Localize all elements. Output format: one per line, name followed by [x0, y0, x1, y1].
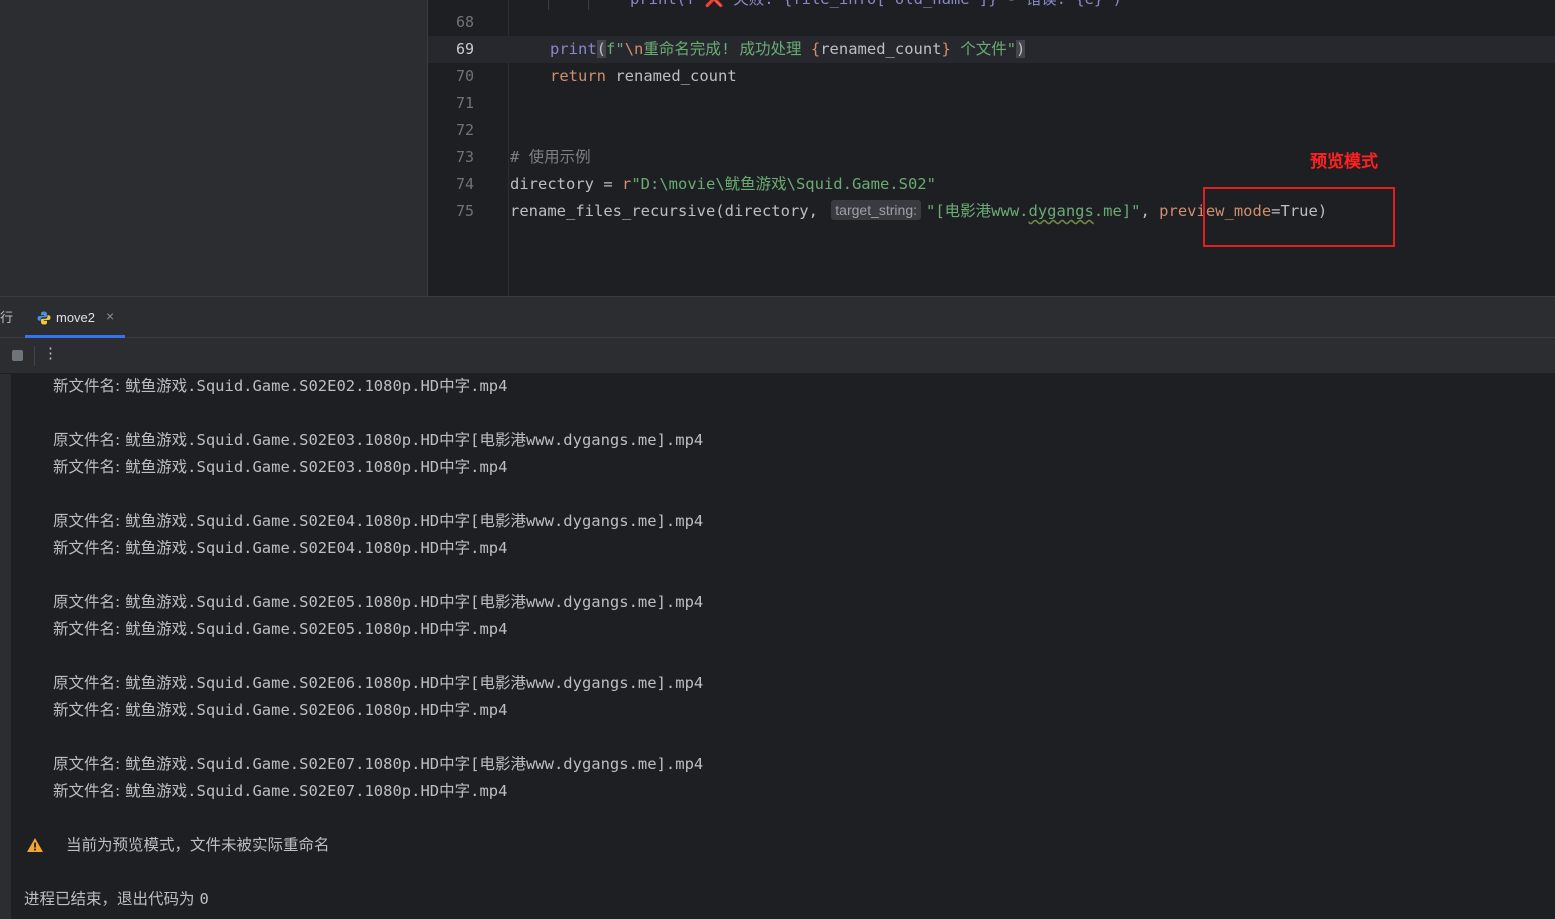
console-line: 原文件名: 鱿鱼游戏.Squid.Game.S02E04.1080p.HD中字[… [53, 512, 704, 530]
console-line: 新文件名: 鱿鱼游戏.Squid.Game.S02E07.1080p.HD中字.… [53, 782, 508, 800]
console-gutter [0, 374, 11, 919]
code-token: , [1140, 202, 1160, 220]
run-toolwindow-header: 行 move2 × [0, 296, 1555, 338]
code-token: return [550, 67, 606, 85]
line-number: 68 [455, 13, 474, 31]
line-number: 75 [455, 202, 474, 220]
line-number: 72 [455, 121, 474, 139]
warning-message: 当前为预览模式，文件未被实际重命名 [66, 836, 330, 854]
annotation-box [1203, 187, 1395, 247]
python-icon [37, 311, 51, 325]
typo-squiggle[interactable]: dygangs [1029, 202, 1094, 220]
code-token: renamed_count [606, 67, 737, 85]
tab-move2[interactable]: move2 × [25, 297, 125, 338]
line-number: 73 [455, 148, 474, 166]
code-token: 个文件" [950, 40, 1017, 58]
parameter-hint: target_string: [831, 200, 921, 220]
more-options-icon[interactable]: ⋮ [43, 344, 58, 362]
code-line-70[interactable]: return renamed_count [550, 63, 737, 90]
code-token: ) [1016, 40, 1026, 58]
exit-message: 进程已结束，退出代码为 0 [24, 890, 209, 908]
code-token: r [621, 175, 632, 193]
code-token: \n [624, 40, 644, 58]
ide-window: print(f"❌ 失败: {file_info['old_name']} - … [0, 0, 1555, 919]
code-editor[interactable]: print(f"❌ 失败: {file_info['old_name']} - … [0, 0, 1555, 296]
code-token: print(f"❌ 失败: {file_info['old_name']} - … [630, 0, 1122, 8]
stop-icon[interactable] [12, 350, 23, 361]
tab-label: move2 [56, 310, 96, 325]
code-token: renamed_count [820, 40, 942, 58]
console-line: 原文件名: 鱿鱼游戏.Squid.Game.S02E07.1080p.HD中字[… [53, 755, 704, 773]
warning-icon [27, 838, 43, 852]
code-token: directory = [510, 175, 622, 193]
code-token: f" [606, 40, 625, 58]
code-token: 重命名完成! 成功处理 [643, 40, 811, 58]
code-token: rename_files_recursive(directory, [510, 202, 828, 220]
run-toolbar: ⋮ [0, 338, 1555, 374]
code-token: "[电影港www. [926, 202, 1029, 220]
code-token: .me]" [1093, 202, 1141, 220]
line-number: 74 [455, 175, 474, 193]
line-number: 70 [455, 67, 474, 85]
annotation-label: 预览模式 [1310, 152, 1378, 171]
console-line: 原文件名: 鱿鱼游戏.Squid.Game.S02E05.1080p.HD中字[… [53, 593, 704, 611]
code-line-74[interactable]: directory = r"D:\movie\鱿鱼游戏\Squid.Game.S… [510, 171, 936, 198]
console-line: 原文件名: 鱿鱼游戏.Squid.Game.S02E03.1080p.HD中字[… [53, 431, 704, 449]
line-number: 69 [455, 40, 474, 58]
code-token: print [550, 40, 597, 58]
project-panel [0, 0, 428, 296]
code-line-67[interactable]: print(f"❌ 失败: {file_info['old_name']} - … [630, 0, 1122, 13]
console-line: 原文件名: 鱿鱼游戏.Squid.Game.S02E06.1080p.HD中字[… [53, 674, 704, 692]
code-comment: # 使用示例 [510, 148, 591, 166]
console-line: 新文件名: 鱿鱼游戏.Squid.Game.S02E05.1080p.HD中字.… [53, 620, 508, 638]
console-line: 新文件名: 鱿鱼游戏.Squid.Game.S02E04.1080p.HD中字.… [53, 539, 508, 557]
code-token: { [810, 40, 821, 58]
toolbar-divider [34, 346, 35, 366]
line-number: 71 [455, 94, 474, 112]
console-line: 新文件名: 鱿鱼游戏.Squid.Game.S02E02.1080p.HD中字.… [53, 377, 508, 395]
console-line: 新文件名: 鱿鱼游戏.Squid.Game.S02E06.1080p.HD中字.… [53, 701, 508, 719]
console-output[interactable]: 新文件名: 鱿鱼游戏.Squid.Game.S02E02.1080p.HD中字.… [0, 374, 1555, 919]
code-token: "D:\movie\鱿鱼游戏\Squid.Game.S02" [631, 175, 936, 193]
code-token: } [941, 40, 951, 58]
run-toolwindow-title: 行 [0, 310, 14, 325]
close-icon[interactable]: × [106, 308, 114, 324]
code-line-69[interactable]: print(f"\n重命名完成! 成功处理 {renamed_count} 个文… [550, 36, 1026, 63]
code-line-73[interactable]: # 使用示例 [510, 144, 591, 171]
code-token: ( [596, 40, 607, 58]
console-line: 新文件名: 鱿鱼游戏.Squid.Game.S02E03.1080p.HD中字.… [53, 458, 508, 476]
